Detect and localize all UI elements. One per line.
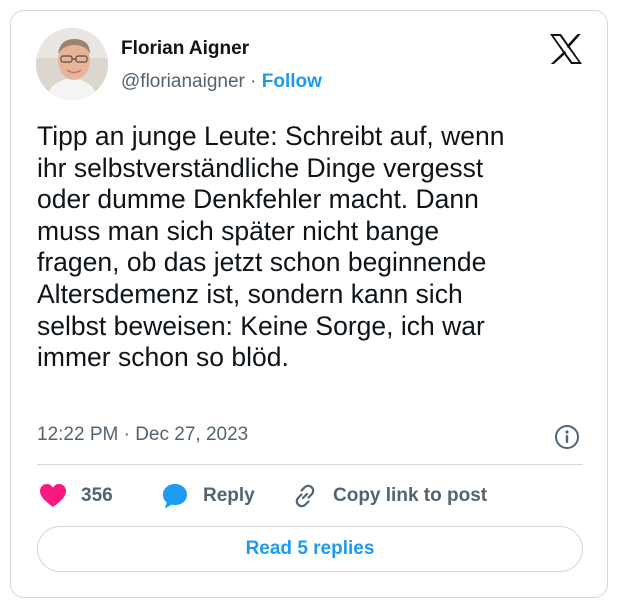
follow-button[interactable]: Follow — [262, 71, 322, 92]
copy-link-button[interactable]: Copy link to post — [291, 480, 487, 512]
timestamp[interactable]: 12:22 PM · Dec 27, 2023 — [37, 424, 248, 446]
divider — [37, 464, 583, 465]
separator-dot: · — [250, 71, 257, 92]
author-handle-row: @florianaigner · Follow — [121, 71, 322, 93]
author-handle[interactable]: @florianaigner — [121, 71, 245, 92]
avatar[interactable] — [36, 28, 108, 100]
reply-label: Reply — [203, 485, 255, 506]
copy-link-label: Copy link to post — [333, 485, 488, 506]
like-button[interactable]: 356 — [39, 480, 113, 512]
like-count: 356 — [81, 485, 113, 506]
author-name[interactable]: Florian Aigner — [121, 38, 249, 60]
read-replies-button[interactable]: Read 5 replies — [37, 526, 583, 572]
reply-button[interactable]: Reply — [161, 480, 255, 512]
x-logo-icon[interactable] — [549, 33, 583, 65]
heart-icon — [40, 484, 66, 507]
speech-bubble-icon — [163, 484, 187, 509]
link-icon — [295, 484, 315, 508]
info-icon[interactable] — [554, 424, 580, 450]
tweet-text: Tipp an junge Leute: Schreibt auf, wenn … — [37, 121, 505, 373]
tweet-card: Florian Aigner @florianaigner · Follow T… — [10, 10, 608, 598]
